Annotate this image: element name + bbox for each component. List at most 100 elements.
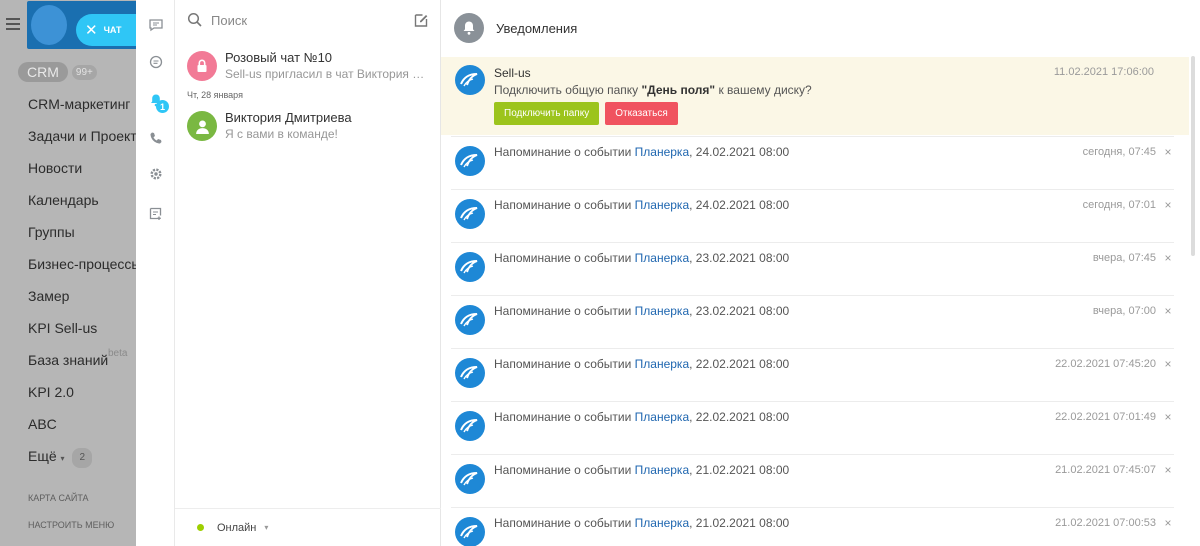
- close-icon[interactable]: ×: [1162, 516, 1174, 530]
- notification-row: Напоминание о событии Планерка, 23.02.20…: [451, 242, 1174, 295]
- notification-prefix: Напоминание о событии: [494, 251, 635, 265]
- sellus-avatar-icon: [455, 305, 485, 335]
- menu-item-news[interactable]: Новости: [28, 159, 136, 191]
- messenger-icon-rail: 1: [136, 0, 175, 546]
- close-icon[interactable]: ×: [1162, 251, 1174, 265]
- close-icon[interactable]: ×: [1162, 410, 1174, 424]
- notification-time: сегодня, 07:01: [1082, 199, 1156, 211]
- event-date: , 22.02.2021 08:00: [689, 410, 790, 424]
- close-icon[interactable]: ×: [1162, 145, 1174, 159]
- chat-list-item[interactable]: Виктория Дмитриева Я с вами в команде!: [187, 108, 431, 144]
- notification-prefix: Напоминание о событии: [494, 198, 635, 212]
- sellus-avatar-icon: [455, 199, 485, 229]
- portal-menu: CRM-маркетинг Задачи и Проекты Новости К…: [28, 95, 136, 479]
- more-label: Ещё: [28, 448, 57, 464]
- notification-text-after: к вашему диску?: [715, 83, 812, 97]
- online-status-dot: [197, 524, 204, 531]
- notifications-panel: Уведомления Sell-us 11.02.2021 17:06:00 …: [441, 0, 1200, 546]
- close-icon[interactable]: ×: [1162, 304, 1174, 318]
- settings-icon[interactable]: [148, 166, 164, 182]
- event-date: , 24.02.2021 08:00: [689, 198, 790, 212]
- menu-item-measure[interactable]: Замер: [28, 287, 136, 319]
- chat-last-message: Sell-us пригласил в чат Виктория Дмитрие…: [225, 67, 425, 81]
- event-date: , 21.02.2021 08:00: [689, 463, 790, 477]
- event-date: , 23.02.2021 08:00: [689, 251, 790, 265]
- notification-text: Напоминание о событии Планерка, 23.02.20…: [494, 304, 789, 318]
- crm-label: CRM: [18, 62, 68, 82]
- user-icon: [187, 111, 217, 141]
- event-link[interactable]: Планерка: [635, 357, 689, 371]
- notification-time: вчера, 07:00: [1092, 305, 1156, 317]
- notification-row: Напоминание о событии Планерка, 23.02.20…: [451, 295, 1174, 348]
- export-icon[interactable]: [148, 206, 164, 222]
- search-input[interactable]: [211, 12, 413, 28]
- notification-time: 22.02.2021 07:45:20: [1055, 358, 1156, 370]
- chat-close-button[interactable]: ✕ ЧАТ: [76, 14, 136, 46]
- close-icon[interactable]: ×: [1162, 463, 1174, 477]
- sitemap-link[interactable]: КАРТА САЙТА: [28, 493, 89, 503]
- event-link[interactable]: Планерка: [635, 198, 689, 212]
- notification-time: вчера, 07:45: [1092, 252, 1156, 264]
- notifications-title: Уведомления: [496, 20, 578, 36]
- beta-label: beta: [108, 348, 128, 359]
- menu-hamburger-icon[interactable]: [6, 18, 20, 30]
- crm-item[interactable]: CRM 99+: [18, 62, 97, 82]
- menu-item-kpi-2[interactable]: KPI 2.0: [28, 383, 136, 415]
- notification-row: Напоминание о событии Планерка, 22.02.20…: [451, 348, 1174, 401]
- menu-item-groups[interactable]: Группы: [28, 223, 136, 255]
- new-chat-icon[interactable]: [413, 12, 429, 28]
- notification-time: 21.02.2021 07:45:07: [1055, 464, 1156, 476]
- folder-name: "День поля": [641, 83, 716, 97]
- sellus-avatar-icon: [455, 252, 485, 282]
- menu-item-calendar[interactable]: Календарь: [28, 191, 136, 223]
- event-date: , 24.02.2021 08:00: [689, 145, 790, 159]
- phone-icon[interactable]: [148, 130, 164, 146]
- notification-time: 11.02.2021 17:06:00: [1053, 66, 1154, 78]
- date-separator: Чт, 28 января: [187, 90, 243, 100]
- notification-text-before: Подключить общую папку: [494, 83, 642, 97]
- portal-sidebar: CRM 99+ CRM-маркетинг Задачи и Проекты Н…: [0, 0, 136, 546]
- event-link[interactable]: Планерка: [635, 410, 689, 424]
- chat-list-item[interactable]: Розовый чат №10 Sell-us пригласил в чат …: [187, 48, 431, 84]
- more-counter-badge: 2: [72, 448, 93, 468]
- event-link[interactable]: Планерка: [635, 145, 689, 159]
- notification-sender[interactable]: Sell-us: [494, 66, 531, 80]
- event-link[interactable]: Планерка: [635, 304, 689, 318]
- lock-icon: [187, 51, 217, 81]
- sellus-avatar-icon: [455, 358, 485, 388]
- menu-item-abc[interactable]: ABC: [28, 415, 136, 447]
- search-icon: [187, 12, 202, 27]
- menu-item-kpi-sellus[interactable]: KPI Sell-us: [28, 319, 136, 351]
- sellus-avatar-icon: [455, 65, 485, 95]
- decline-button[interactable]: Отказаться: [605, 102, 678, 125]
- event-link[interactable]: Планерка: [635, 463, 689, 477]
- notification-text: Подключить общую папку "День поля" к ваш…: [494, 83, 812, 97]
- chat-name: Виктория Дмитриева: [225, 110, 352, 125]
- sellus-avatar-icon: [455, 146, 485, 176]
- notification-prefix: Напоминание о событии: [494, 463, 635, 477]
- folder-invite-notification: Sell-us 11.02.2021 17:06:00 Подключить о…: [441, 57, 1189, 135]
- notification-text: Напоминание о событии Планерка, 22.02.20…: [494, 357, 789, 371]
- notification-text: Напоминание о событии Планерка, 24.02.20…: [494, 145, 789, 159]
- menu-item-more[interactable]: Ещё ▾ 2: [28, 447, 136, 479]
- event-link[interactable]: Планерка: [635, 251, 689, 265]
- notifications-header: Уведомления: [441, 0, 1200, 56]
- online-status-selector[interactable]: Онлайн ▾: [175, 508, 441, 546]
- menu-item-business-processes[interactable]: Бизнес-процессы: [28, 255, 136, 287]
- close-icon[interactable]: ×: [1162, 357, 1174, 371]
- open-lines-icon[interactable]: [148, 54, 164, 70]
- event-link[interactable]: Планерка: [635, 516, 689, 530]
- menu-item-tasks[interactable]: Задачи и Проекты: [28, 127, 136, 159]
- close-icon[interactable]: ×: [1162, 198, 1174, 212]
- notification-prefix: Напоминание о событии: [494, 410, 635, 424]
- chevron-down-icon: ▾: [60, 454, 65, 463]
- menu-item-crm-marketing[interactable]: CRM-маркетинг: [28, 95, 136, 127]
- connect-folder-button[interactable]: Подключить папку: [494, 102, 600, 125]
- chevron-down-icon: ▾: [264, 523, 269, 532]
- event-date: , 22.02.2021 08:00: [689, 357, 790, 371]
- scrollbar[interactable]: [1191, 56, 1195, 256]
- bell-icon: [454, 13, 484, 43]
- configure-menu-link[interactable]: НАСТРОИТЬ МЕНЮ: [28, 520, 114, 530]
- chat-icon[interactable]: [148, 17, 164, 33]
- online-status-label: Онлайн: [217, 521, 257, 534]
